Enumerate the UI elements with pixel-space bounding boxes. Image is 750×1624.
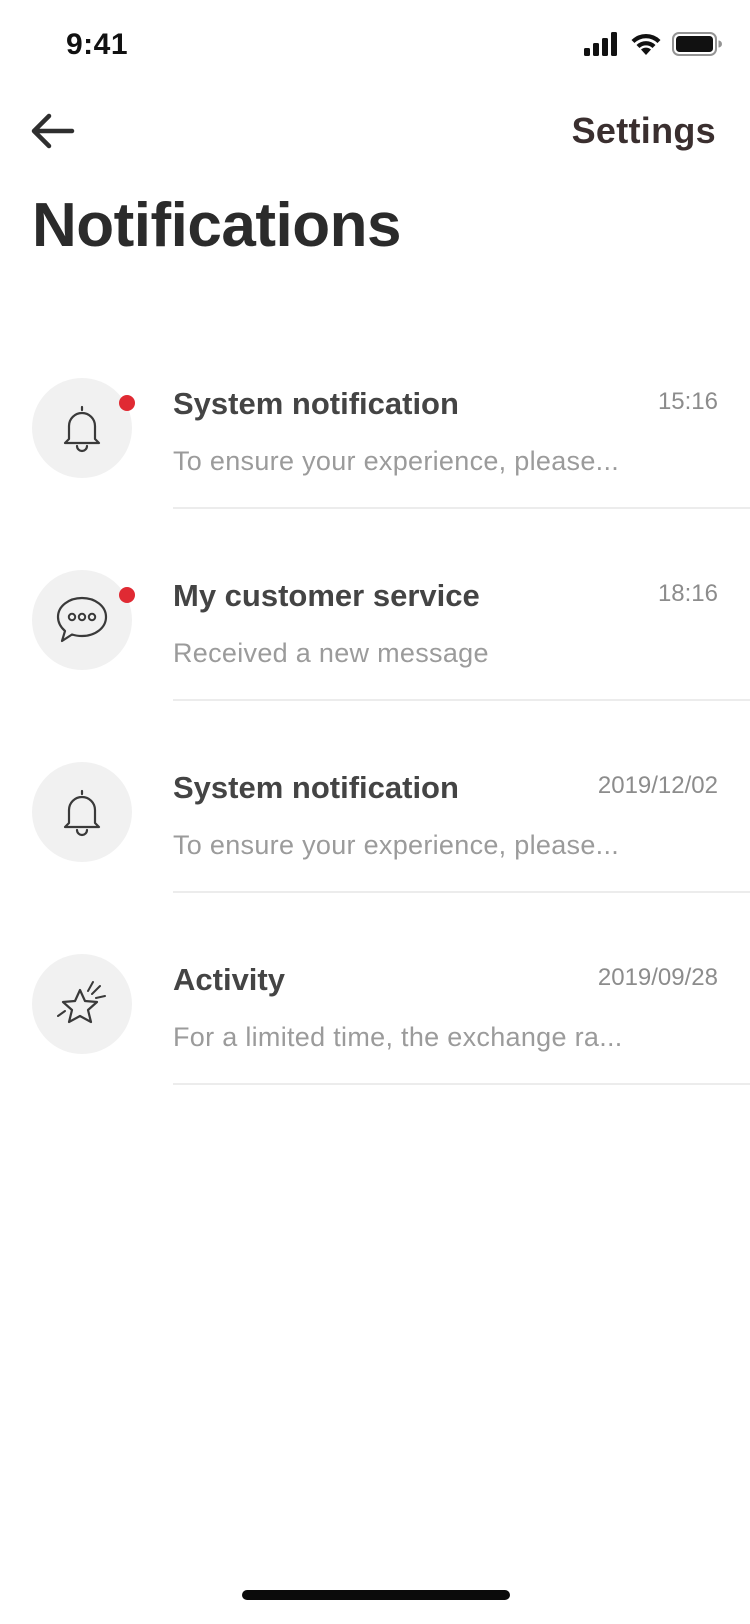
wifi-icon (631, 33, 661, 55)
notification-avatar (32, 954, 132, 1054)
bell-icon (63, 405, 101, 453)
notification-list: System notification 15:16 To ensure your… (0, 366, 750, 1134)
notification-item[interactable]: Activity 2019/09/28 For a limited time, … (0, 942, 750, 1134)
notification-avatar (32, 762, 132, 862)
signal-icon (584, 32, 617, 56)
star-icon (57, 981, 106, 1024)
notification-time: 15:16 (657, 388, 718, 415)
notification-preview: To ensure your experience, please... (173, 446, 620, 476)
notification-item[interactable]: System notification 15:16 To ensure your… (0, 366, 750, 558)
notification-time: 18:16 (657, 580, 718, 607)
settings-link[interactable]: Settings (572, 110, 716, 152)
notification-item[interactable]: System notification 2019/12/02 To ensure… (0, 750, 750, 942)
notification-item[interactable]: My customer service 18:16 Received a new… (0, 558, 750, 750)
notification-time: 2019/09/28 (597, 964, 718, 991)
divider (173, 891, 750, 893)
bell-icon (63, 789, 101, 837)
unread-dot (119, 395, 135, 411)
chat-bubble-icon (56, 596, 108, 643)
notification-title: System notification (173, 386, 459, 421)
divider (173, 1083, 750, 1085)
notification-title: System notification (173, 770, 459, 805)
battery-icon (672, 32, 722, 56)
notification-title: Activity (173, 962, 285, 997)
arrow-left-icon (31, 113, 75, 149)
notification-preview: For a limited time, the exchange ra... (173, 1022, 623, 1052)
notification-time: 2019/12/02 (597, 772, 718, 799)
home-indicator[interactable] (242, 1590, 510, 1600)
notification-preview: Received a new message (173, 638, 489, 668)
notification-avatar (32, 378, 132, 478)
notification-title: My customer service (173, 578, 480, 613)
divider (173, 507, 750, 509)
page-title: Notifications (32, 191, 401, 260)
divider (173, 699, 750, 701)
notification-preview: To ensure your experience, please... (173, 830, 620, 860)
status-bar: 9:41 (0, 0, 750, 88)
notification-avatar (32, 570, 132, 670)
back-button[interactable] (28, 106, 78, 156)
status-time: 9:41 (66, 28, 129, 61)
status-icons (584, 32, 722, 56)
unread-dot (119, 587, 135, 603)
